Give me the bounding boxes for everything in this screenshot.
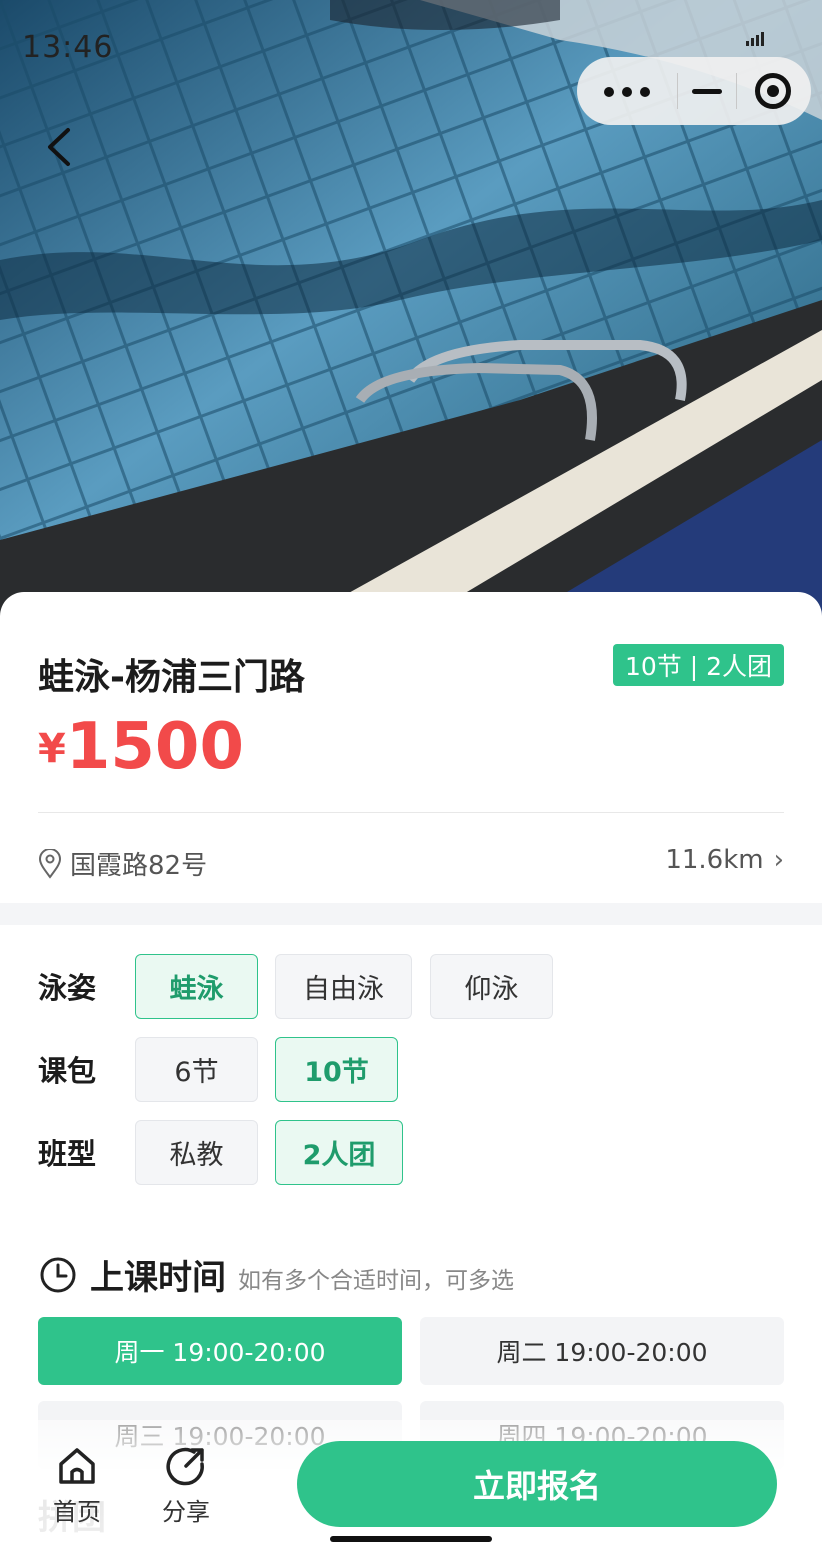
distance-link[interactable]: 11.6km ›: [665, 845, 784, 875]
share-nav-label: 分享: [162, 1498, 210, 1526]
divider: [38, 812, 784, 813]
time-slot-tue[interactable]: 周二 19:00-20:00: [420, 1317, 784, 1385]
stroke-option-breaststroke[interactable]: 蛙泳: [135, 954, 258, 1019]
enroll-now-button[interactable]: 立即报名: [297, 1441, 777, 1527]
package-label: 课包: [38, 1054, 97, 1088]
class-option-group-2[interactable]: 2人团: [275, 1120, 403, 1185]
distance-text: 11.6km: [665, 845, 764, 875]
back-button[interactable]: [40, 122, 80, 172]
venue-address: 国霞路82号: [38, 845, 207, 882]
minimize-button[interactable]: [678, 57, 736, 125]
section-separator: [0, 903, 822, 925]
course-title: 蛙泳-杨浦三门路: [38, 657, 305, 698]
class-option-private[interactable]: 私教: [135, 1120, 258, 1185]
share-icon: [166, 1447, 204, 1486]
chevron-right-icon: ›: [773, 845, 784, 875]
course-price: ¥1500: [38, 710, 244, 784]
schedule-title: 上课时间: [90, 1258, 226, 1298]
home-icon: [59, 1448, 95, 1484]
home-nav-button[interactable]: 首页: [37, 1444, 117, 1527]
close-target-icon: [755, 73, 791, 109]
stroke-label: 泳姿: [38, 971, 97, 1005]
status-bar-time: 13:46: [22, 30, 114, 65]
share-nav-button[interactable]: 分享: [146, 1444, 226, 1527]
home-nav-label: 首页: [53, 1498, 101, 1526]
miniprogram-capsule: [577, 57, 811, 125]
package-option-10[interactable]: 10节: [275, 1037, 398, 1102]
price-currency: ¥: [38, 726, 66, 772]
home-indicator: [330, 1536, 492, 1542]
schedule-header: 上课时间 如有多个合适时间，可多选: [38, 1250, 514, 1299]
class-type-label: 班型: [38, 1137, 97, 1171]
time-slot-mon[interactable]: 周一 19:00-20:00: [38, 1317, 402, 1385]
package-option-6[interactable]: 6节: [135, 1037, 258, 1102]
stroke-option-freestyle[interactable]: 自由泳: [275, 954, 412, 1019]
more-dots-icon: [600, 82, 654, 101]
location-pin-icon: [38, 848, 62, 879]
price-amount: 1500: [65, 710, 244, 784]
more-button[interactable]: [577, 57, 677, 125]
package-badge: 10节 | 2人团: [612, 644, 784, 686]
close-button[interactable]: [737, 57, 809, 125]
clock-icon: [40, 1257, 76, 1292]
back-arrow-icon: [48, 128, 70, 166]
minimize-icon: [692, 88, 722, 94]
address-text: 国霞路82号: [70, 851, 208, 881]
stroke-option-backstroke[interactable]: 仰泳: [430, 954, 553, 1019]
signal-icon: [746, 30, 768, 46]
schedule-hint: 如有多个合适时间，可多选: [238, 1267, 514, 1294]
